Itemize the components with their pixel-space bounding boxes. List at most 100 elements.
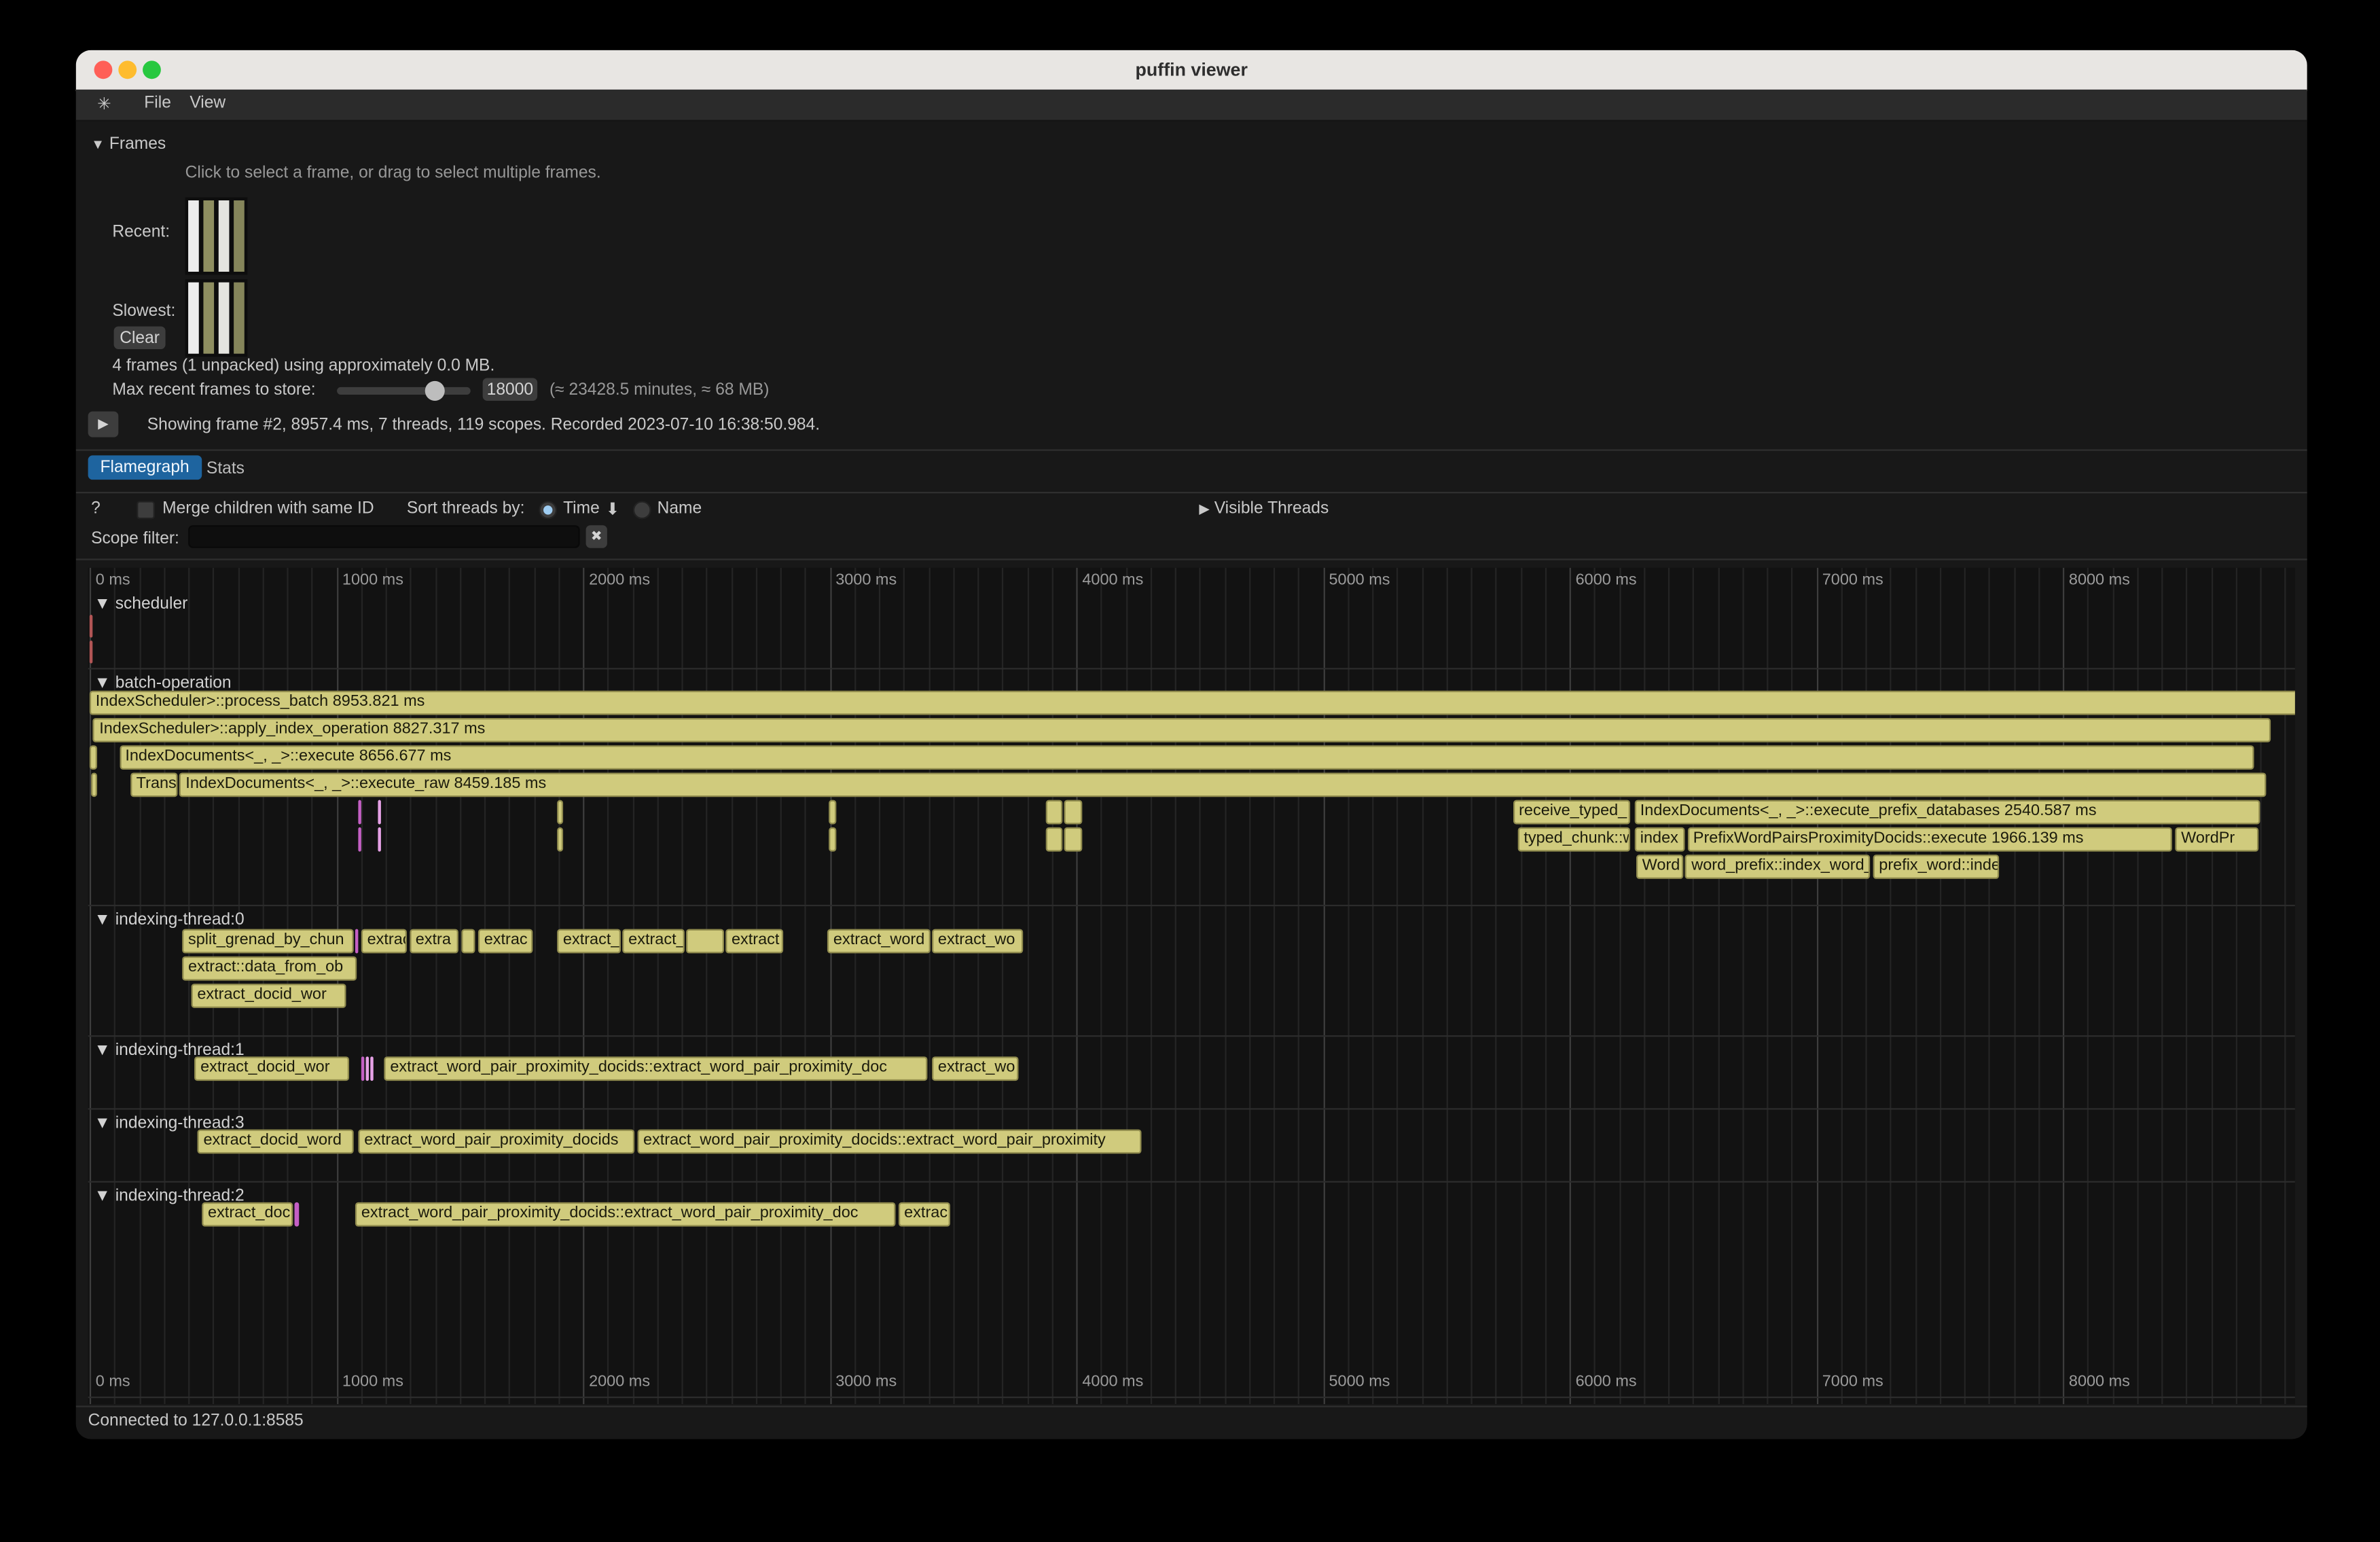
scope-bar[interactable]: prefix_word::index_prefix_wo [1873, 855, 1998, 879]
scope-bar[interactable] [1064, 800, 1083, 825]
frame-bar[interactable] [203, 200, 214, 272]
scope-bar[interactable]: IndexDocuments<_, _>::execute_prefix_dat… [1634, 800, 2261, 825]
clear-button[interactable]: Clear [114, 326, 166, 349]
merge-checkbox[interactable] [137, 501, 155, 519]
scope-bar[interactable]: extract_docid_word [198, 1130, 354, 1154]
scope-bar[interactable]: extract_doc [202, 1202, 293, 1227]
time-tick-label: 3000 ms [835, 1372, 897, 1391]
scope-bar[interactable]: word_prefix::index_word_prefix [1685, 855, 1870, 879]
visible-threads-header[interactable]: ▶ Visible Threads [1199, 499, 1329, 518]
scope-bar[interactable] [92, 772, 96, 797]
scope-bar[interactable]: IndexScheduler>::apply_index_operation 8… [93, 718, 2271, 742]
sort-name-label[interactable]: Name [657, 499, 702, 518]
slowest-frames-thumbnail[interactable] [185, 279, 248, 357]
scope-bar[interactable]: extract_word_pair_proximity_docids [358, 1130, 634, 1154]
sort-name-radio[interactable] [633, 501, 651, 519]
scope-bar[interactable]: receive_typed_ [1513, 800, 1629, 825]
frame-bar[interactable] [234, 283, 245, 354]
tab-flamegraph[interactable]: Flamegraph [88, 455, 202, 480]
menu-file[interactable]: File [144, 94, 171, 113]
frame-bar[interactable] [188, 200, 199, 272]
scope-bar[interactable] [462, 929, 474, 954]
frame-bar[interactable] [203, 283, 214, 354]
scope-bar[interactable] [557, 827, 564, 852]
scope-bar[interactable] [90, 641, 93, 664]
scope-bar[interactable]: typed_chunk::w [1517, 827, 1629, 852]
max-frames-value[interactable]: 18000 [483, 378, 537, 401]
scope-bar[interactable] [295, 1202, 299, 1227]
scope-bar[interactable]: WordPr [2175, 827, 2258, 852]
scope-bar[interactable]: IndexDocuments<_, _>::execute_raw 8459.1… [179, 772, 2266, 797]
scope-bar[interactable] [378, 800, 382, 825]
scope-bar[interactable] [359, 800, 362, 825]
scope-bar[interactable] [361, 1056, 364, 1081]
scope-bar[interactable]: index [1634, 827, 1684, 852]
flamegraph-canvas[interactable]: 0 ms0 ms1000 ms1000 ms2000 ms2000 ms3000… [88, 568, 2295, 1404]
menu-view[interactable]: View [190, 94, 226, 113]
scope-filter-label: Scope filter: [91, 530, 179, 548]
collapse-triangle-icon: ▶ [1199, 501, 1209, 516]
scope-bar[interactable]: extract_wo [932, 1056, 1018, 1081]
scope-bar[interactable] [90, 745, 97, 770]
scope-bar[interactable]: Word [1636, 855, 1683, 879]
sort-direction-icon[interactable]: ⬇ [606, 499, 620, 519]
max-frames-slider[interactable] [337, 387, 471, 395]
scope-bar[interactable] [828, 827, 837, 852]
recent-frames-thumbnail[interactable] [185, 198, 248, 275]
scope-bar[interactable] [378, 827, 382, 852]
scope-bar[interactable]: extract_docid_wor [194, 1056, 350, 1081]
slider-handle[interactable] [425, 381, 445, 401]
frame-bar[interactable] [219, 200, 230, 272]
scope-bar[interactable] [686, 929, 723, 954]
sort-time-radio[interactable] [539, 501, 557, 519]
scope-bar[interactable]: PrefixWordPairsProximityDocids::execute … [1687, 827, 2172, 852]
time-tick-label: 6000 ms [1576, 1372, 1637, 1391]
scope-bar[interactable] [366, 1056, 369, 1081]
frame-info: Showing frame #2, 8957.4 ms, 7 threads, … [147, 416, 820, 434]
scope-bar[interactable] [355, 929, 358, 954]
merge-label[interactable]: Merge children with same ID [162, 499, 374, 518]
frame-bar[interactable] [219, 283, 230, 354]
scope-bar[interactable]: extract_ [622, 929, 684, 954]
frame-bar[interactable] [188, 283, 199, 354]
scope-bar[interactable]: split_grenad_by_chun [182, 929, 353, 954]
scope-bar[interactable]: extract_word_pair_proximity_docids::extr… [384, 1056, 928, 1081]
tab-stats[interactable]: Stats [206, 460, 245, 478]
scope-bar[interactable] [1046, 800, 1063, 825]
scope-bar[interactable] [1046, 827, 1063, 852]
scope-bar[interactable]: extract_docid_wor [191, 984, 345, 1008]
scope-bar[interactable] [828, 800, 837, 825]
clear-filter-button[interactable]: ✖ [586, 525, 607, 548]
scope-bar[interactable]: extract [725, 929, 782, 954]
thread-header[interactable]: ▼ scheduler [94, 595, 188, 613]
thread-header[interactable]: ▼ batch-operation [94, 674, 232, 692]
scope-bar[interactable]: extract_ [557, 929, 621, 954]
scope-bar[interactable]: extract_word [827, 929, 930, 954]
scope-bar[interactable]: extrac [898, 1202, 950, 1227]
scope-filter-input[interactable] [188, 525, 580, 548]
scope-bar[interactable]: extract::data_from_ob [182, 956, 357, 981]
scope-bar[interactable]: extra [410, 929, 458, 954]
thread-separator [88, 905, 2295, 906]
scope-bar[interactable]: extract [361, 929, 407, 954]
sort-time-label[interactable]: Time [563, 499, 600, 518]
play-button[interactable]: ▶ [88, 412, 119, 437]
help-button[interactable]: ? [91, 499, 101, 518]
scope-bar[interactable]: extract_word_pair_proximity_docids::extr… [355, 1202, 895, 1227]
frame-bar[interactable] [234, 200, 245, 272]
scope-bar[interactable]: Trans [130, 772, 179, 797]
scope-bar[interactable] [90, 615, 93, 638]
frames-section-header[interactable]: ▼ Frames [91, 135, 166, 154]
scope-bar[interactable]: extract_word_pair_proximity_docids::extr… [637, 1130, 1141, 1154]
scope-bar[interactable] [371, 1056, 374, 1081]
scope-bar[interactable]: IndexScheduler>::process_batch 8953.821 … [90, 691, 2295, 715]
scope-bar[interactable] [359, 827, 362, 852]
scope-bar[interactable] [1064, 827, 1083, 852]
scope-bar[interactable]: IndexDocuments<_, _>::execute 8656.677 m… [119, 745, 2254, 770]
scope-bar[interactable]: extract_wo [932, 929, 1023, 954]
scope-bar[interactable]: extrac [478, 929, 533, 954]
frames-hint: Click to select a frame, or drag to sele… [185, 164, 601, 182]
scope-bar[interactable] [557, 800, 564, 825]
app-icon[interactable]: ✳ [97, 94, 111, 114]
thread-header[interactable]: ▼ indexing-thread:0 [94, 911, 245, 929]
